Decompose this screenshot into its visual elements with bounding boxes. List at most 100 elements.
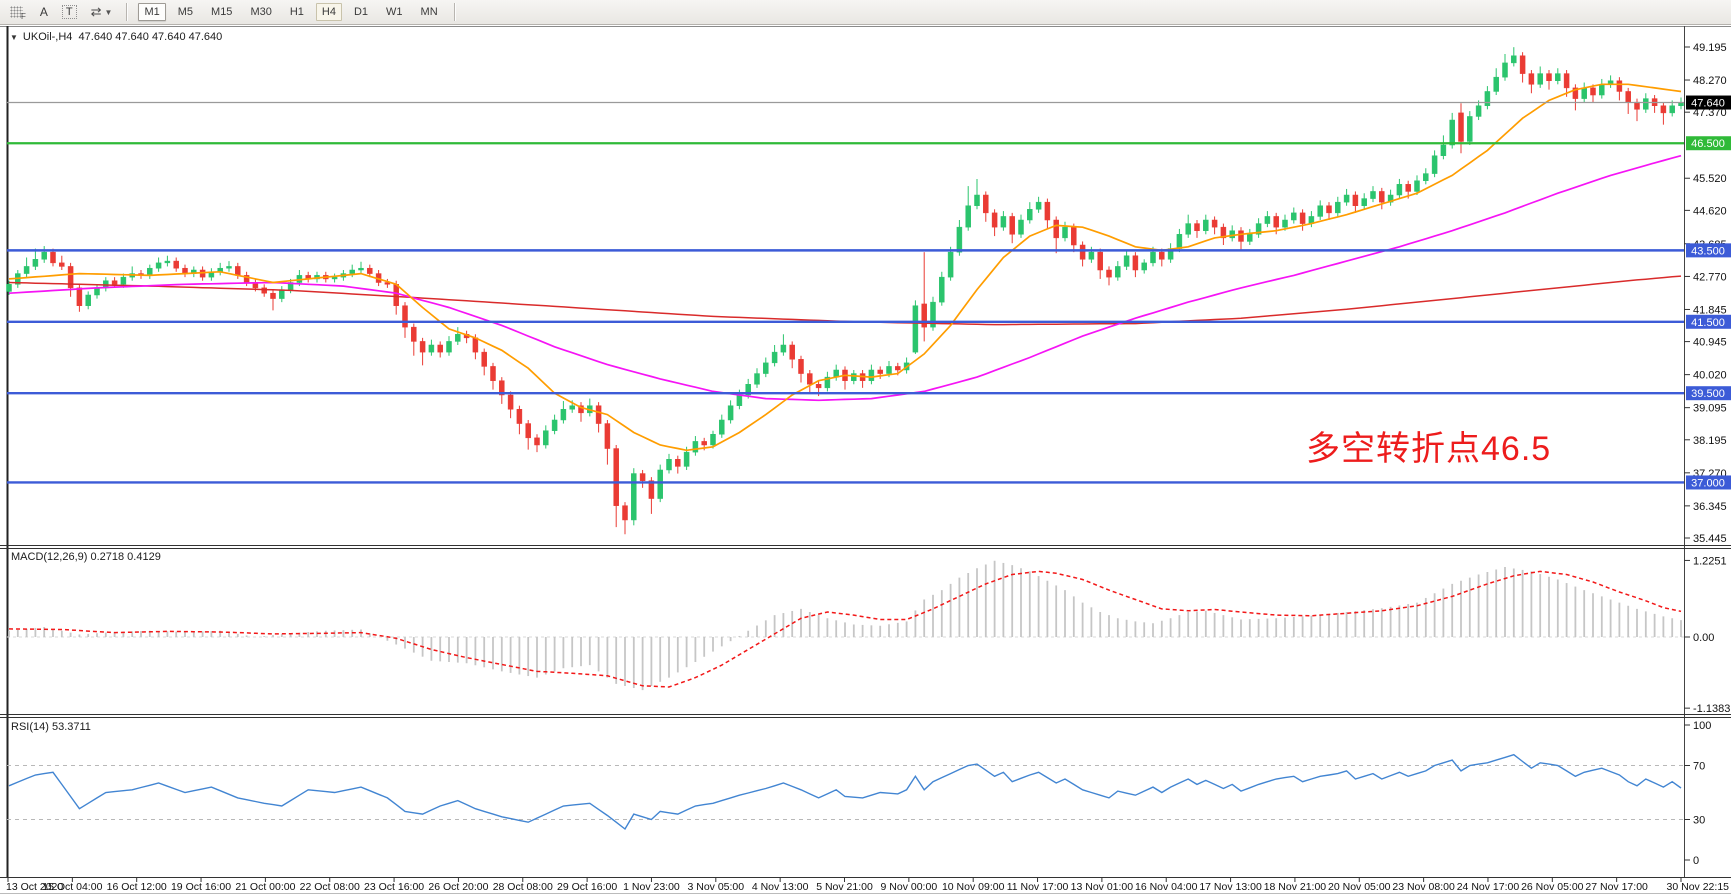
- timeframe-group: M1 M5 M15 M30 H1 H4 D1 W1 MN: [135, 3, 446, 21]
- candle-bear: [403, 306, 408, 327]
- time-axis-label: 27 Nov 17:00: [1585, 881, 1648, 893]
- candle-bull: [755, 374, 760, 385]
- price-tick-label: 38.195: [1693, 435, 1727, 447]
- chart-canvas[interactable]: 49.19548.27047.37045.52044.62043.68542.7…: [0, 0, 1731, 895]
- candle-bull: [781, 345, 786, 352]
- time-axis-label: 20 Nov 05:00: [1328, 881, 1391, 893]
- candle-bear: [983, 195, 988, 213]
- candle-bull: [631, 474, 636, 520]
- candle-bear: [51, 252, 56, 263]
- arrows-tool-button[interactable]: ⇄▼: [86, 2, 118, 22]
- timeframe-button-m5[interactable]: M5: [172, 3, 199, 21]
- candle-bull: [86, 295, 91, 306]
- time-axis-label: 11 Nov 17:00: [1007, 881, 1069, 893]
- candle-bull: [975, 195, 980, 206]
- candle-bear: [394, 284, 399, 305]
- timeframe-button-m30[interactable]: M30: [244, 3, 277, 21]
- price-tick-label: 42.770: [1693, 271, 1727, 283]
- annotation-text[interactable]: 多空转折点46.5: [1306, 421, 1551, 470]
- price-tick-label: 49.195: [1693, 42, 1727, 54]
- candle-bear: [473, 338, 478, 352]
- timeframe-button-h1[interactable]: H1: [284, 3, 310, 21]
- time-axis-label: 26 Oct 20:00: [428, 881, 488, 893]
- candle-bear: [491, 366, 496, 380]
- candle-bull: [121, 277, 126, 284]
- candle-bear: [878, 370, 883, 374]
- candle-bull: [1423, 174, 1428, 181]
- candle-bear: [367, 268, 372, 273]
- label-tool-icon: A: [40, 5, 48, 19]
- timeframe-button-w1[interactable]: W1: [380, 3, 409, 21]
- label-tool-button[interactable]: A: [35, 2, 53, 22]
- pattern-tool-button[interactable]: F: [5, 2, 31, 22]
- candle-bull: [711, 434, 716, 445]
- timeframe-button-d1[interactable]: D1: [348, 3, 374, 21]
- candle-bear: [1661, 106, 1666, 113]
- macd-tick-label: 0.00: [1693, 632, 1714, 644]
- candle-bull: [1467, 116, 1472, 141]
- time-axis-label: 13 Nov 01:00: [1071, 881, 1134, 893]
- candle-bull: [1142, 263, 1147, 270]
- candle-bear: [1635, 102, 1640, 109]
- candle-bear: [640, 474, 645, 481]
- candle-bull: [737, 395, 742, 406]
- time-axis-label: 22 Oct 08:00: [300, 881, 360, 893]
- candle-bear: [517, 409, 522, 423]
- price-tick-label: 35.445: [1693, 533, 1727, 545]
- candle-bear: [508, 395, 513, 409]
- candle-bear: [1133, 256, 1138, 270]
- candle-bear: [262, 288, 267, 293]
- candle-bull: [728, 406, 733, 420]
- candle-bear: [1195, 224, 1200, 231]
- time-axis-label: 30 Nov 22:15: [1667, 881, 1730, 893]
- textbox-tool-button[interactable]: T: [57, 2, 82, 22]
- candle-bull: [1538, 74, 1543, 85]
- candle-bear: [702, 441, 707, 445]
- timeframe-button-mn[interactable]: MN: [415, 3, 444, 21]
- candle-bull: [279, 290, 284, 299]
- candle-bull: [869, 370, 874, 381]
- candle-bear: [1159, 252, 1164, 259]
- candle-bull: [1670, 106, 1675, 113]
- candle-bear: [1080, 245, 1085, 259]
- candle-bull: [684, 452, 689, 466]
- candle-bull: [719, 420, 724, 434]
- candle-bear: [1054, 220, 1059, 238]
- candle-bull: [913, 306, 918, 352]
- time-axis-label: 26 Nov 05:00: [1521, 881, 1584, 893]
- timeframe-button-m1[interactable]: M1: [138, 3, 165, 21]
- candle-bear: [1459, 113, 1464, 142]
- candle-bear: [526, 424, 531, 438]
- candle-bear: [1300, 213, 1305, 224]
- toolbar: F A T ⇄▼ M1 M5 M15 M30 H1 H4 D1 W1 MN: [0, 0, 1731, 25]
- symbol-dropdown-icon[interactable]: ▼: [10, 33, 18, 42]
- candle-bull: [957, 227, 962, 252]
- candle-bull: [7, 284, 12, 291]
- rsi-tick-label: 100: [1693, 720, 1711, 732]
- textbox-tool-icon: T: [62, 5, 77, 19]
- candle-bull: [42, 252, 47, 259]
- candle-bull: [1582, 88, 1587, 99]
- time-axis-label: 21 Oct 00:00: [235, 881, 295, 893]
- time-axis-label: 17 Nov 13:00: [1199, 881, 1262, 893]
- candle-bull: [1494, 77, 1499, 91]
- candle-bull: [1115, 266, 1120, 277]
- candle-bear: [675, 459, 680, 466]
- timeframe-button-h4[interactable]: H4: [316, 3, 342, 21]
- candle-bull: [1643, 99, 1648, 110]
- time-axis-label: 23 Oct 16:00: [364, 881, 424, 893]
- candle-bear: [1353, 195, 1358, 206]
- candle-bull: [1397, 184, 1402, 195]
- candle-bull: [887, 366, 892, 373]
- candle-bull: [1344, 195, 1349, 202]
- candle-bull: [165, 261, 170, 263]
- price-badge-label: 37.000: [1691, 477, 1725, 489]
- time-axis-label: 5 Nov 21:00: [816, 881, 873, 893]
- candle-bull: [543, 431, 548, 445]
- time-axis-label: 16 Oct 12:00: [107, 881, 167, 893]
- rsi-tick-label: 70: [1693, 761, 1705, 773]
- candle-bull: [1318, 206, 1323, 217]
- candle-bull: [1186, 224, 1191, 235]
- candle-bear: [992, 213, 997, 227]
- timeframe-button-m15[interactable]: M15: [205, 3, 238, 21]
